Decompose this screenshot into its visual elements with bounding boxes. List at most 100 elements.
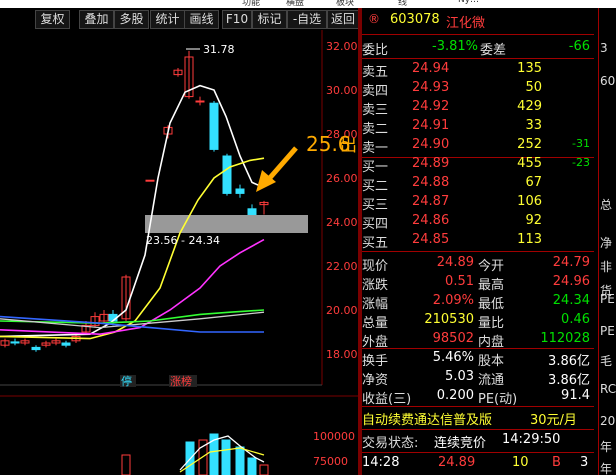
stat-value: 5.46% — [432, 350, 474, 365]
promo-banner[interactable]: 自动续费通达信普及版 30元/月 — [362, 408, 594, 428]
top-menu-item[interactable]: 线 — [398, 0, 407, 8]
divider — [362, 34, 594, 35]
toolbar-button-7[interactable]: -自选 — [287, 10, 327, 29]
tick-price: 24.89 — [438, 455, 476, 470]
book-row[interactable]: 买二 24.88 67 — [362, 174, 594, 194]
toolbar-button-4[interactable]: 画线 — [184, 10, 219, 29]
stat-value: 3.86亿 — [548, 373, 590, 388]
toolbar-button-1[interactable]: 叠加 — [79, 10, 114, 29]
toolbar-button-3[interactable]: 统计 — [150, 10, 185, 29]
tick-volume: 10 — [512, 455, 529, 470]
candle-body — [10, 341, 20, 344]
price-axis-label: 22.00 — [326, 260, 358, 273]
tick-time: 14:28 — [362, 455, 400, 470]
kline-chart-pane[interactable]: 32.00 30.00 28.00 26.00 24.00 22.00 20.00 18.00… — [0, 0, 362, 475]
toolbar-button-6[interactable]: 标记 — [252, 10, 287, 29]
book-level-label: 卖三 — [362, 103, 389, 118]
book-price: 24.91 — [412, 118, 450, 133]
toolbar-button-0[interactable]: 复权 — [35, 10, 70, 29]
stat-label: 流通 — [478, 373, 505, 388]
event-tag: 停 — [121, 374, 132, 388]
stat-label: 今开 — [478, 259, 505, 274]
stat-value: 3.86亿 — [548, 354, 590, 369]
volume-axis-label: 75000 — [313, 455, 348, 468]
trade-status-row: 交易状态: 连续竞价 14:29:50 — [362, 431, 594, 451]
stat-row: 涨幅 2.09% 最低 24.34 — [362, 292, 594, 312]
book-level-label: 卖一 — [362, 141, 389, 156]
candle-body — [222, 155, 232, 194]
book-price: 24.85 — [412, 232, 450, 247]
edge-label: 20 — [600, 414, 616, 428]
registered-icon: ® — [368, 12, 380, 26]
book-row[interactable]: 买一 24.89 455 -23 — [362, 155, 594, 175]
book-volume: 92 — [525, 213, 542, 228]
book-volume: 135 — [517, 61, 542, 76]
toolbar-button-5[interactable]: F10 — [222, 10, 252, 29]
stat-label: 最高 — [478, 278, 505, 293]
book-price: 24.88 — [412, 175, 450, 190]
promo-text[interactable]: 自动续费通达信普及版 — [362, 409, 492, 428]
tick-side: B — [552, 455, 561, 470]
book-row[interactable]: 卖四 24.93 50 — [362, 79, 594, 99]
stat-row: 换手 5.46% 股本 3.86亿 — [362, 349, 594, 369]
stat-value: 2.09% — [432, 293, 474, 308]
book-price: 24.89 — [412, 156, 450, 171]
stat-label: 现价 — [362, 259, 389, 274]
volume-bar — [235, 446, 245, 475]
stat-row: 现价 24.89 今开 24.79 — [362, 254, 594, 274]
book-change: -23 — [572, 156, 590, 169]
candle-body — [235, 188, 245, 194]
book-level-label: 买三 — [362, 198, 389, 213]
stat-value: 24.79 — [552, 255, 590, 270]
book-row[interactable]: 卖二 24.91 33 — [362, 117, 594, 137]
kline-chart[interactable]: 32.0030.0028.0026.0024.0022.0020.0018.00… — [0, 0, 362, 475]
book-row[interactable]: 买四 24.86 92 — [362, 212, 594, 232]
stat-value: 24.34 — [552, 293, 590, 308]
book-volume: 50 — [525, 80, 542, 95]
divider — [362, 429, 594, 430]
candle-body — [247, 208, 257, 216]
book-level-label: 卖五 — [362, 65, 389, 80]
divider — [362, 58, 594, 59]
edge-label: RC — [600, 382, 616, 396]
book-row[interactable]: 买三 24.87 106 — [362, 193, 594, 213]
stat-label: 股本 — [478, 354, 505, 369]
edge-label: PE — [600, 324, 615, 338]
stat-value: 24.89 — [436, 255, 474, 270]
stat-label: 总量 — [362, 316, 389, 331]
book-price: 24.93 — [412, 80, 450, 95]
toolbar-button-2[interactable]: 多股 — [114, 10, 149, 29]
edge-label: 年 — [600, 440, 613, 454]
book-row[interactable]: 买五 24.85 113 — [362, 231, 594, 251]
toolbar-button-8[interactable]: 返回 — [327, 10, 359, 29]
stat-row: 外盘 98502 内盘 112028 — [362, 330, 594, 350]
book-row[interactable]: 卖一 24.90 252 -31 — [362, 136, 594, 156]
price-axis-label: 20.00 — [326, 304, 358, 317]
book-level-label: 买二 — [362, 179, 389, 194]
stat-label: 量比 — [478, 316, 505, 331]
price-axis-label: 24.00 — [326, 216, 358, 229]
book-row[interactable]: 卖五 24.94 135 — [362, 60, 594, 80]
top-menu-item[interactable]: Ny… — [458, 0, 479, 5]
book-level-label: 卖二 — [362, 122, 389, 137]
stat-value: 98502 — [432, 331, 474, 346]
book-change: -31 — [572, 137, 590, 150]
book-volume: 106 — [517, 194, 542, 209]
stat-row: 净资 5.03 流通 3.86亿 — [362, 368, 594, 388]
tick-row: 14:28 24.89 10 B 3 — [362, 454, 594, 473]
book-price: 24.94 — [412, 61, 450, 76]
book-row[interactable]: 卖三 24.92 429 — [362, 98, 594, 118]
stat-value: 5.03 — [445, 369, 474, 384]
stat-row: 收益(三) 0.200 PE(动) 91.4 — [362, 387, 594, 407]
weibi-value: -3.81% — [432, 39, 478, 54]
weicha-value: -66 — [568, 39, 590, 54]
annotation-char: 出 — [340, 136, 357, 156]
edge-label: 年 — [600, 462, 613, 475]
trade-status-label: 交易状态: — [362, 436, 419, 451]
promo-price[interactable]: 30元/月 — [530, 409, 577, 428]
book-price: 24.86 — [412, 213, 450, 228]
stat-label: 收益(三) — [362, 392, 412, 407]
volume-bar — [221, 439, 231, 475]
trade-status-value: 连续竞价 — [434, 436, 487, 451]
price-axis-label: 30.00 — [326, 84, 358, 97]
